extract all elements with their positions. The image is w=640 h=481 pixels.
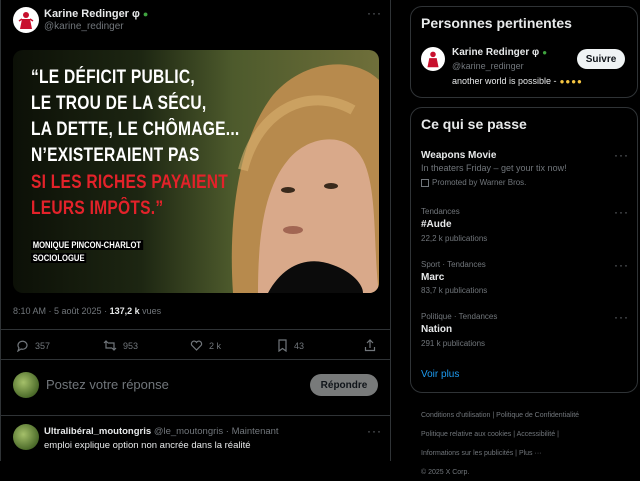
- relevant-person-handle[interactable]: @karine_redinger: [452, 61, 524, 71]
- trend-item-promo: Promoted by Warner Bros.: [432, 178, 527, 187]
- turtle-emoji-icon: ●: [142, 9, 149, 19]
- quote-line-6: LEURS IMPÔTS.”: [31, 198, 164, 219]
- share-action-button[interactable]: [364, 339, 376, 357]
- trend-item-name[interactable]: Marc: [421, 272, 444, 283]
- relevant-person-bio: another world is possible -: [452, 76, 557, 86]
- bookmark-action-button[interactable]: 43: [277, 339, 304, 352]
- portrait-photo: [231, 64, 379, 293]
- trend-item-meta: Tendances: [421, 207, 460, 216]
- footer-link-terms[interactable]: Conditions d'utilisation: [421, 412, 490, 419]
- reply-text: emploi explique option non ancrée dans l…: [44, 440, 251, 451]
- reply-submit-button[interactable]: Répondre: [310, 374, 378, 396]
- footer-link-cookies[interactable]: Politique relative aux cookies: [421, 431, 511, 438]
- divider: [0, 329, 390, 330]
- follow-button[interactable]: Suivre: [577, 49, 625, 69]
- footer-link-accessibility[interactable]: Accessibilité: [517, 431, 556, 438]
- quote-attribution-role: SOCIOLOGUE: [31, 253, 87, 263]
- divider: [0, 415, 390, 416]
- quote-attribution-name: MONIQUE PINCON-CHARLOT: [31, 240, 143, 250]
- quote-line-4: N’EXISTERAIENT PAS: [31, 145, 200, 166]
- avatar-figure-icon: [427, 51, 439, 68]
- promoted-icon: [421, 178, 429, 187]
- tweet-timestamp[interactable]: 8:10 AM · 5 août 2025 ·: [13, 306, 107, 316]
- reply-author-avatar[interactable]: [13, 424, 39, 450]
- heart-icon: [190, 340, 203, 351]
- main-column-border: [390, 0, 391, 461]
- views-count: 137,2 k: [109, 306, 140, 316]
- reply-icon: [17, 340, 28, 352]
- footer-link-ads-info[interactable]: Informations sur les publicités: [421, 450, 513, 457]
- avatar-figure-icon: [18, 12, 34, 29]
- divider: [0, 359, 390, 360]
- copyright: © 2025 X Corp.: [421, 469, 470, 476]
- show-more-link[interactable]: Voir plus: [421, 369, 459, 380]
- relevant-people-title: Personnes pertinentes: [421, 15, 572, 31]
- like-action-button[interactable]: 2 k: [190, 339, 221, 352]
- trend-item-count: 291 k publications: [421, 339, 486, 348]
- author-avatar[interactable]: [13, 7, 39, 33]
- tweet-image[interactable]: “LE DÉFICIT PUBLIC, LE TROU DE LA SÉCU, …: [13, 50, 379, 293]
- relevant-person-name[interactable]: Karine Redinger φ: [452, 47, 539, 58]
- trend-item-name[interactable]: #Aude: [421, 219, 452, 230]
- trend-more-icon[interactable]: ···: [614, 148, 629, 162]
- repost-icon: [103, 340, 117, 351]
- trend-item-name[interactable]: Nation: [421, 324, 452, 335]
- bookmark-count: 43: [294, 340, 305, 351]
- reply-author-handle[interactable]: @le_moutongris · Maintenant: [154, 426, 279, 437]
- more-options-icon[interactable]: ···: [367, 6, 382, 20]
- my-avatar[interactable]: [13, 372, 39, 398]
- footer-link-more[interactable]: Plus ···: [519, 450, 542, 457]
- trend-item-count: 83,7 k publications: [421, 286, 488, 295]
- left-column-border: [0, 0, 1, 461]
- share-icon: [364, 339, 376, 352]
- trend-item-sub: In theaters Friday – get your tix now!: [421, 163, 567, 173]
- bio-emoji-icons: ●●●●: [559, 76, 583, 86]
- trend-item-meta: Sport · Tendances: [421, 260, 486, 269]
- trend-item-meta: Politique · Tendances: [421, 312, 498, 321]
- quote-line-3: LA DETTE, LE CHÔMAGE...: [31, 119, 240, 140]
- trend-more-icon[interactable]: ···: [614, 258, 629, 272]
- footer-link-privacy[interactable]: Politique de Confidentialité: [496, 412, 579, 419]
- quote-line-2: LE TROU DE LA SÉCU,: [31, 93, 207, 114]
- author-name[interactable]: Karine Redinger φ: [44, 8, 140, 20]
- reply-action-button[interactable]: 357: [16, 339, 50, 352]
- footer-links: Conditions d'utilisation | Politique de …: [421, 412, 580, 476]
- bookmark-icon: [278, 339, 287, 352]
- reply-author-name[interactable]: Ultralibéral_moutongris: [44, 426, 151, 437]
- repost-count: 953: [123, 340, 139, 351]
- repost-action-button[interactable]: 953: [103, 339, 138, 352]
- quote-line-5: SI LES RICHES PAYAIENT: [31, 172, 229, 193]
- trends-title: Ce qui se passe: [421, 116, 527, 132]
- quote-line-1: “LE DÉFICIT PUBLIC,: [31, 67, 195, 88]
- trend-more-icon[interactable]: ···: [614, 205, 629, 219]
- turtle-emoji-icon: ●: [542, 48, 548, 57]
- reply-more-options-icon[interactable]: ···: [367, 424, 382, 438]
- trend-item-name[interactable]: Weapons Movie: [421, 150, 496, 161]
- trend-item-count: 22,2 k publications: [421, 234, 488, 243]
- author-handle[interactable]: @karine_redinger: [44, 21, 124, 32]
- trend-more-icon[interactable]: ···: [614, 310, 629, 324]
- reply-input[interactable]: Postez votre réponse: [46, 377, 169, 392]
- views-label: vues: [142, 306, 162, 316]
- like-count: 2 k: [209, 340, 222, 351]
- reply-count: 357: [35, 340, 51, 351]
- relevant-person-avatar[interactable]: [421, 47, 445, 71]
